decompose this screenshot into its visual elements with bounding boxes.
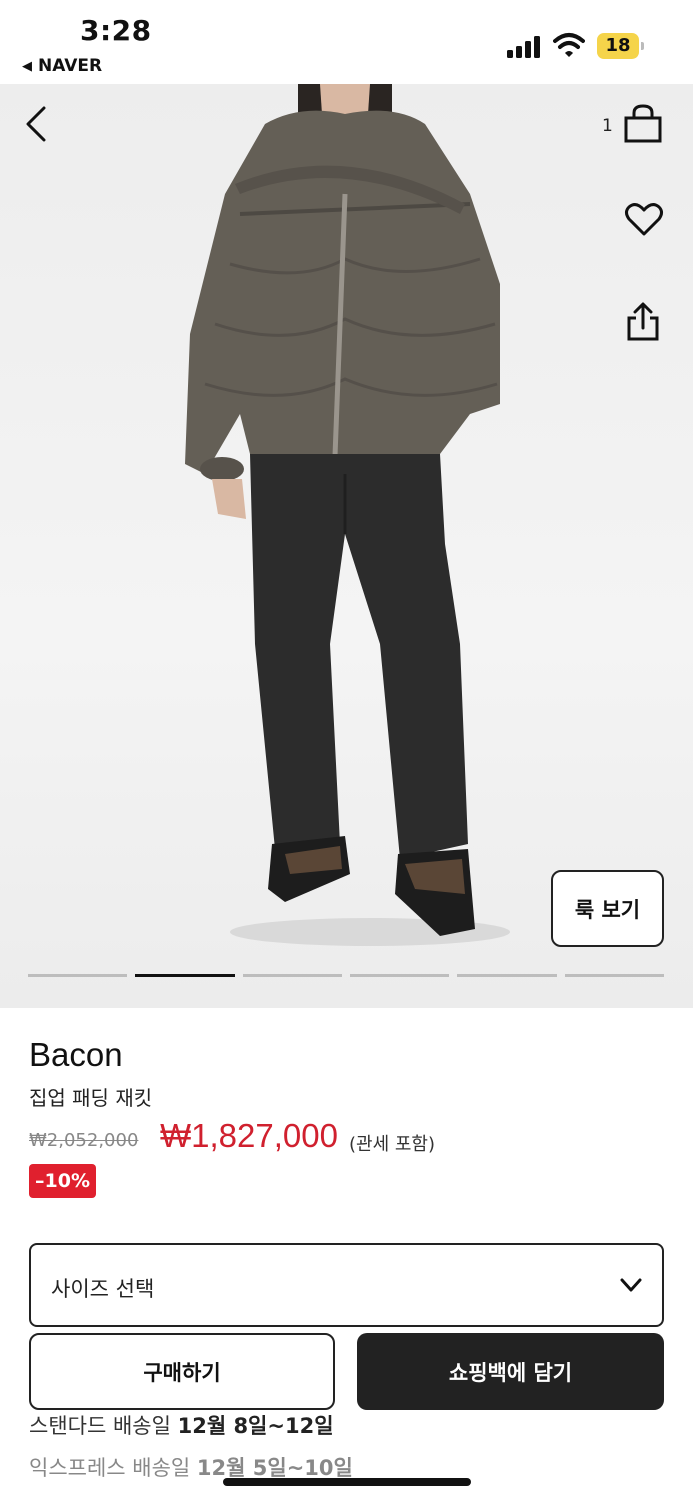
product-name: 집업 패딩 재킷: [29, 1086, 153, 1110]
standard-shipping-dates: 12월 8일~12일: [177, 1414, 334, 1438]
chevron-down-icon: [620, 1278, 642, 1292]
gallery-pager: [28, 974, 664, 978]
pager-dot[interactable]: [28, 974, 128, 977]
express-shipping-label: 익스프레스 배송일: [29, 1456, 197, 1480]
shopping-bag-icon[interactable]: [622, 104, 664, 144]
pager-dot-active[interactable]: [135, 974, 235, 977]
back-triangle-icon: ◀: [22, 58, 32, 74]
standard-shipping-label: 스탠다드 배송일: [29, 1414, 178, 1438]
cellular-signal-icon: [507, 36, 540, 58]
share-icon[interactable]: [626, 302, 660, 342]
status-time: 3:28: [80, 14, 152, 47]
back-arrow-icon[interactable]: [20, 104, 52, 144]
wifi-icon: [553, 33, 585, 57]
home-indicator[interactable]: [223, 1478, 471, 1486]
battery-level: 18: [605, 35, 631, 56]
back-app-label: NAVER: [38, 56, 103, 76]
sale-price: ₩1,827,000: [160, 1117, 338, 1154]
discount-badge: –10%: [29, 1164, 96, 1198]
standard-shipping-info: 스탠다드 배송일 12월 8일~12일: [29, 1410, 334, 1440]
product-image-gallery[interactable]: 1 룩 보기: [0, 84, 693, 1008]
brand-name[interactable]: Bacon: [29, 1036, 123, 1074]
size-select-dropdown[interactable]: 사이즈 선택: [29, 1243, 664, 1327]
express-shipping-dates: 12월 5일~10일: [196, 1456, 353, 1480]
buy-now-button[interactable]: 구매하기: [29, 1333, 335, 1410]
pager-dot[interactable]: [564, 974, 664, 977]
status-bar: 3:28 ◀ NAVER 18: [0, 0, 693, 84]
add-to-bag-button[interactable]: 쇼핑백에 담기: [357, 1333, 664, 1410]
bag-count-badge: 1: [602, 116, 613, 136]
view-look-button[interactable]: 룩 보기: [551, 870, 664, 947]
pager-dot[interactable]: [242, 974, 342, 977]
pager-dot[interactable]: [457, 974, 557, 977]
pager-dot[interactable]: [349, 974, 450, 977]
back-to-app-link[interactable]: ◀ NAVER: [22, 56, 102, 76]
size-select-label: 사이즈 선택: [51, 1277, 155, 1301]
heart-icon[interactable]: [624, 202, 664, 238]
original-price: ₩2,052,000: [29, 1130, 139, 1151]
battery-icon: 18: [597, 33, 644, 59]
tax-note: (관세 포함): [349, 1134, 436, 1155]
